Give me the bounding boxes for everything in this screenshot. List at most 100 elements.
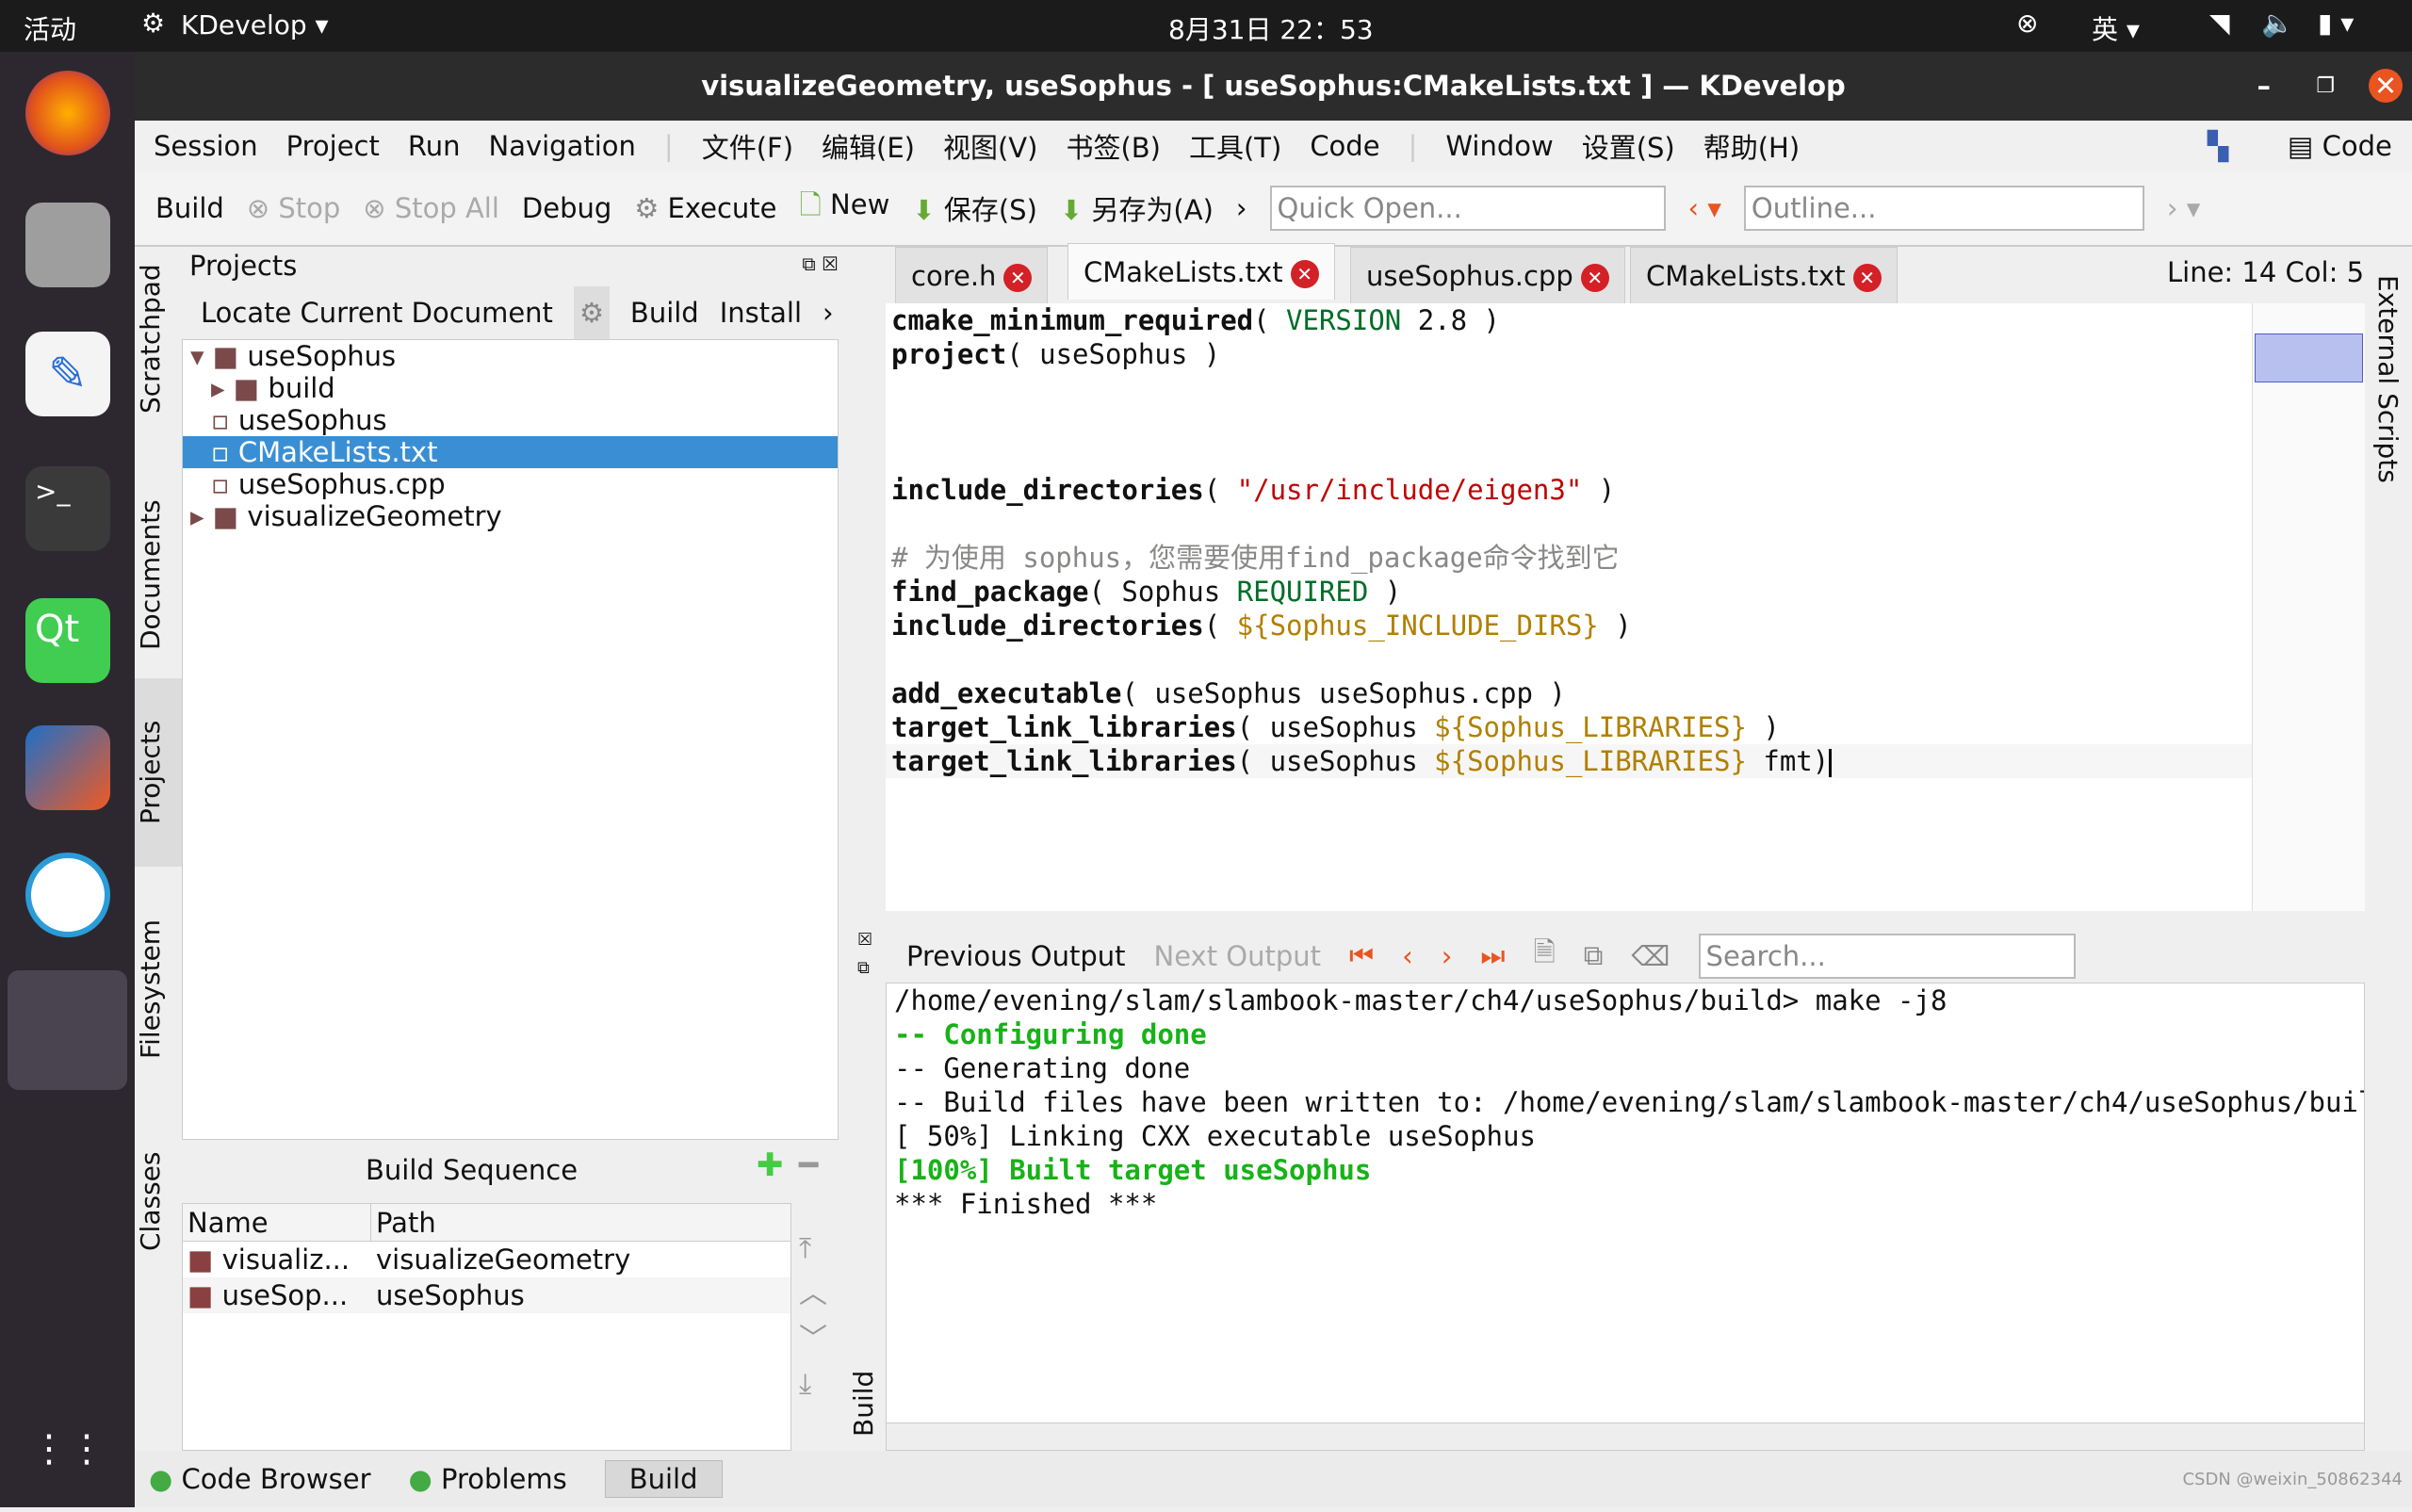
remove-icon[interactable]: ━ [799,1146,818,1184]
next-item-icon[interactable]: › [1442,940,1453,972]
previous-output-button[interactable]: Previous Output [906,940,1126,972]
debug-button[interactable]: Debug [522,192,611,224]
output-view[interactable]: /home/evening/slam/slambook-master/ch4/u… [886,983,2365,1432]
tab-scratchpad[interactable]: Scratchpad [135,264,182,415]
close-tab-icon[interactable]: ✕ [1003,264,1033,292]
outline-input[interactable]: Outline... [1743,186,2144,231]
tree-item[interactable]: ▫ useSophus.cpp [183,468,838,500]
app-menu[interactable]: KDevelop ▾ [181,9,329,41]
window-title-bar[interactable]: visualizeGeometry, useSophus - [ useSoph… [135,52,2412,121]
tree-item[interactable]: ▾ ■ useSophus [183,340,838,372]
tab-cmakelists-txt[interactable]: CMakeLists.txt ✕ [1067,243,1335,300]
next-output-button[interactable]: Next Output [1154,940,1322,972]
wifi-icon[interactable]: ◥ [2209,8,2230,39]
status-icon[interactable]: ⊗ [2016,8,2038,39]
tab-core-h[interactable]: core.h ✕ [895,247,1049,303]
area-switcher-icon[interactable]: ▚ [2208,130,2228,162]
code-area-button[interactable]: ▤ Code [2288,130,2392,162]
add-icon[interactable]: ✚ [757,1146,784,1184]
text-editor-icon[interactable]: ✎ [25,332,110,416]
toolbar-more-icon[interactable]: › [1236,192,1247,224]
maximize-button[interactable]: ❐ [2316,52,2335,121]
last-item-icon[interactable]: ⏭ [1480,939,1505,972]
select-all-icon[interactable]: 🗎 [1533,933,1555,979]
menu-project[interactable]: Project [286,130,380,162]
gears-icon[interactable]: ⚙ [573,286,610,339]
locate-current-document-button[interactable]: Locate Current Document [201,286,553,339]
close-tab-icon[interactable]: ✕ [1580,264,1609,292]
tab-problems[interactable]: ● Problems [409,1463,567,1495]
previous-item-icon[interactable]: ‹ [1402,940,1413,972]
new-button[interactable]: 🗋 New [800,186,890,232]
execute-button[interactable]: ⚙ Execute [634,192,776,224]
qt-creator-icon[interactable]: Qt [25,598,110,683]
files-icon[interactable] [25,203,110,287]
menu-code[interactable]: Code [1310,130,1379,162]
clear-icon[interactable]: ⌫ [1632,940,1670,972]
horizontal-scrollbar[interactable] [886,1423,2365,1451]
column-name[interactable]: Name [183,1204,371,1241]
output-search-input[interactable]: Search... [1698,933,2076,979]
clock[interactable]: 8月31日 22：53 [1168,9,1374,47]
input-method[interactable]: 英 ▾ [2092,9,2140,47]
tree-item[interactable]: ▸ ■ visualizeGeometry [183,500,838,532]
close-tab-icon[interactable]: ✕ [1852,264,1882,292]
panel-float-close-icons[interactable]: ⧉ ☒ [802,252,839,275]
menu-edit[interactable]: 编辑(E) [822,126,915,166]
menu-file[interactable]: 文件(F) [702,126,793,166]
tree-item[interactable]: ▫ CMakeLists.txt [183,436,838,468]
back-icon[interactable]: ‹ ▾ [1688,192,1721,224]
menu-settings[interactable]: 设置(S) [1582,126,1675,166]
activities-button[interactable]: 活动 [24,9,76,47]
tab-code-browser[interactable]: ● Code Browser [149,1463,371,1495]
tree-item[interactable]: ▸ ■ build [183,372,838,404]
more-icon[interactable]: › [823,286,834,339]
editor-minimap[interactable] [2252,303,2365,911]
project-install-button[interactable]: Install [720,286,802,339]
minimize-button[interactable]: – [2257,52,2272,121]
menu-bookmarks[interactable]: 书签(B) [1066,126,1161,166]
table-row[interactable]: ■ useSop... useSophus [183,1277,790,1313]
menu-view[interactable]: 视图(V) [943,126,1037,166]
menu-help[interactable]: 帮助(H) [1703,126,1800,166]
firefox-icon[interactable] [25,71,110,155]
output-close-float-icons[interactable]: ☒ ⧉ [857,926,872,983]
tab-filesystem[interactable]: Filesystem [135,904,182,1074]
volume-icon[interactable]: 🔈 [2261,8,2294,39]
tab-documents[interactable]: Documents [135,480,182,669]
tab-projects[interactable]: Projects [135,678,182,867]
code-editor[interactable]: cmake_minimum_required( VERSION 2.8 ) pro… [886,303,2252,911]
save-button[interactable]: ⬇ 保存(S) [912,188,1037,228]
menu-navigation[interactable]: Navigation [489,130,636,162]
tree-item[interactable]: ▫ useSophus [183,404,838,436]
copy-icon[interactable]: ⧉ [1584,939,1604,972]
quick-open-input[interactable]: Quick Open... [1269,186,1666,231]
table-row[interactable]: ■ visualiz... visualizeGeometry [183,1242,790,1277]
tab-cmakelists-txt[interactable]: CMakeLists.txt ✕ [1630,247,1898,303]
terminal-icon[interactable]: >_ [25,466,110,551]
tab-classes[interactable]: Classes [135,1130,182,1272]
kdevelop-dock-icon[interactable] [8,970,127,1090]
remote-desktop-icon[interactable] [25,853,110,937]
minimap-viewport[interactable] [2255,333,2363,382]
forward-icon[interactable]: › ▾ [2167,192,2200,224]
column-path[interactable]: Path [371,1204,436,1241]
menu-tools[interactable]: 工具(T) [1189,126,1281,166]
show-apps-icon[interactable]: ⋮⋮ [25,1427,110,1512]
build-button[interactable]: Build [155,192,224,224]
sequence-move-buttons[interactable]: ⤒ ︿ ﹀ ⤓ [799,1227,827,1407]
matlab-icon[interactable] [25,725,110,810]
close-window-button[interactable]: ✕ [2369,69,2403,103]
menu-session[interactable]: Session [154,130,258,162]
tab-usesophus-cpp[interactable]: useSophus.cpp ✕ [1350,247,1625,303]
close-tab-icon[interactable]: ✕ [1290,260,1319,288]
first-item-icon[interactable]: ⏮ [1349,939,1374,972]
stop-button[interactable]: ⊗ Stop [247,192,340,224]
save-as-button[interactable]: ⬇ 另存为(A) [1060,188,1214,228]
menu-run[interactable]: Run [408,130,461,162]
tab-external-scripts[interactable]: External Scripts [2365,247,2411,512]
project-build-button[interactable]: Build [630,286,699,339]
tab-build[interactable]: Build [604,1460,723,1498]
menu-window[interactable]: Window [1445,130,1553,162]
stop-all-button[interactable]: ⊗ Stop All [363,192,499,224]
